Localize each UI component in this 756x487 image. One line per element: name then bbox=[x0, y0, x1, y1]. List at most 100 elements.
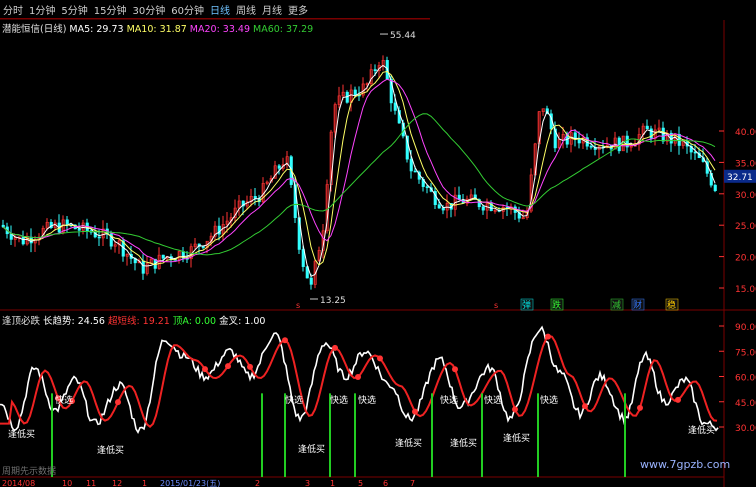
signal-mark: s bbox=[296, 301, 300, 310]
buy-label: 逢低买 bbox=[298, 443, 325, 455]
ma-label-2: MA20: 33.49 bbox=[189, 24, 250, 35]
star-marker bbox=[512, 406, 518, 413]
candle-body bbox=[97, 236, 101, 239]
buy-label: 逢低买 bbox=[503, 432, 530, 444]
candle-body bbox=[161, 254, 165, 259]
candlestick-series bbox=[1, 55, 717, 290]
candle-body bbox=[409, 158, 413, 172]
buy-label: 逢低买 bbox=[97, 444, 124, 456]
date-label: 1 bbox=[330, 479, 335, 487]
signal-label: 财 bbox=[633, 299, 642, 311]
buy-label: 逢低买 bbox=[450, 437, 477, 449]
buy-label: 逢低买 bbox=[8, 428, 35, 440]
ma-label-0: MA5: 29.73 bbox=[69, 24, 124, 35]
candle-body bbox=[713, 184, 717, 192]
ma-label-3: MA60: 37.29 bbox=[253, 24, 314, 35]
price-tick-label: 40.00 bbox=[735, 128, 756, 138]
fast-label: 快选 bbox=[285, 394, 303, 406]
candle-body bbox=[481, 206, 485, 211]
indicator-value-0: 长趋势: 24.56 bbox=[43, 316, 105, 327]
star-marker bbox=[637, 404, 643, 411]
candle-body bbox=[277, 165, 281, 169]
star-marker bbox=[452, 366, 458, 373]
star-marker bbox=[675, 396, 681, 403]
ind-tick-label: 30.00 bbox=[735, 424, 756, 434]
star-marker bbox=[282, 337, 288, 344]
chart-grid bbox=[0, 18, 756, 487]
ma-label-1: MA10: 31.87 bbox=[126, 24, 187, 35]
candle-body bbox=[441, 207, 445, 211]
indicator-name: 逢顶必跌 bbox=[2, 316, 41, 327]
candle-body bbox=[393, 102, 397, 111]
star-marker bbox=[202, 366, 208, 373]
candle-body bbox=[437, 204, 441, 209]
price-tick-label: 15.00 bbox=[735, 285, 756, 295]
current-price: 32.71 bbox=[727, 173, 753, 183]
low-label: 13.25 bbox=[320, 296, 346, 306]
price-tick-label: 25.00 bbox=[735, 222, 756, 232]
main-panel-legend: 潜能恒信(日线) MA5: 29.73 MA10: 31.87 MA20: 33.49… bbox=[2, 21, 319, 35]
chart-text: 40.00 35.00 30.00 25.00 20.00 15.00 32.71 90.00… bbox=[2, 31, 756, 487]
candle-body bbox=[353, 89, 357, 96]
candle-body bbox=[309, 277, 313, 285]
star-marker bbox=[377, 355, 383, 362]
fast-label: 快选 bbox=[55, 394, 73, 406]
ind-tick-label: 60.00 bbox=[735, 374, 756, 384]
candle-body bbox=[65, 219, 69, 226]
date-label: 1 bbox=[142, 479, 147, 487]
stock-title: 潜能恒信(日线) bbox=[2, 24, 67, 35]
signal-label: 稳 bbox=[667, 299, 676, 311]
signal-label: 减 bbox=[612, 299, 621, 311]
star-marker bbox=[582, 403, 588, 410]
buy-label: 逢低买 bbox=[688, 424, 715, 436]
short-line bbox=[0, 334, 718, 429]
date-label: 5 bbox=[358, 479, 363, 487]
buy-label: 逢低买 bbox=[395, 437, 422, 449]
date-label: 2014/08 bbox=[2, 479, 35, 487]
date-label: 6 bbox=[383, 479, 388, 487]
price-tick-label: 20.00 bbox=[735, 254, 756, 264]
candle-body bbox=[693, 151, 697, 154]
star-marker bbox=[332, 344, 338, 351]
star-marker bbox=[412, 408, 418, 415]
price-tick-label: 30.00 bbox=[735, 191, 756, 201]
ind-tick-label: 45.00 bbox=[735, 399, 756, 409]
ind-tick-label: 75.00 bbox=[735, 348, 756, 358]
indicator-value-2: 顶A: 0.00 bbox=[172, 316, 217, 327]
date-label: 12 bbox=[112, 479, 122, 487]
star-marker bbox=[247, 363, 253, 370]
fast-label: 快选 bbox=[484, 394, 502, 406]
candle-body bbox=[373, 69, 377, 71]
fast-label: 快选 bbox=[358, 394, 376, 406]
signal-mark: s bbox=[494, 301, 498, 310]
date-label: 2015/01/23(五) bbox=[160, 479, 220, 487]
indicator-value-1: 超短线: 19.21 bbox=[107, 316, 170, 327]
stock-chart[interactable]: 40.00 35.00 30.00 25.00 20.00 15.00 32.71 90.00… bbox=[0, 0, 756, 487]
candle-body bbox=[589, 145, 593, 148]
indicator-value-3: 金叉: 1.00 bbox=[219, 316, 266, 327]
candle-body bbox=[77, 228, 81, 231]
candle-body bbox=[253, 196, 257, 199]
footer-text: 周期先示数据 bbox=[2, 465, 56, 477]
price-tick-label: 35.00 bbox=[735, 159, 756, 169]
candle-body bbox=[201, 246, 205, 248]
date-label: 11 bbox=[86, 479, 96, 487]
star-marker bbox=[355, 373, 361, 380]
star-marker bbox=[545, 333, 551, 340]
fast-label: 快选 bbox=[330, 394, 348, 406]
fast-label: 快选 bbox=[440, 394, 458, 406]
watermark: www.7gpzb.com bbox=[640, 458, 731, 471]
candle-body bbox=[661, 127, 665, 142]
high-label: 55.44 bbox=[390, 31, 416, 41]
ind-tick-label: 90.00 bbox=[735, 323, 756, 333]
indicator-legend: 逢顶必跌 长趋势: 24.56 超短线: 19.21 顶A: 0.00 金叉: 1.00 bbox=[2, 313, 271, 327]
date-label: 3 bbox=[305, 479, 310, 487]
candle-body bbox=[577, 138, 581, 144]
fast-label: 快选 bbox=[540, 394, 558, 406]
candle-body bbox=[413, 170, 417, 173]
date-label: 7 bbox=[410, 479, 415, 487]
signal-label: 弹 bbox=[522, 299, 531, 311]
star-marker bbox=[115, 399, 121, 406]
star-marker bbox=[225, 363, 231, 370]
date-label: 10 bbox=[62, 479, 72, 487]
